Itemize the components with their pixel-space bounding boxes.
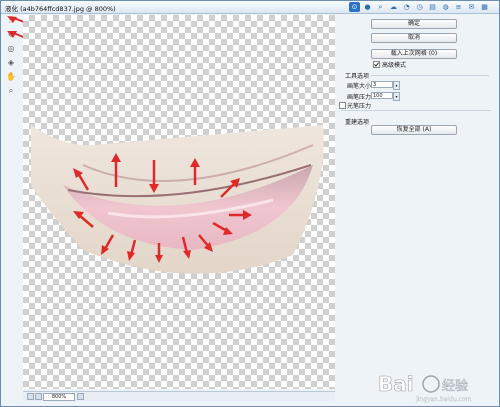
brand-text: Bai — [378, 372, 414, 396]
load-last-mesh-button[interactable]: 载入上次网格 (0) — [371, 49, 457, 59]
stylus-pressure-checkbox[interactable] — [339, 102, 346, 109]
zoom-out-button[interactable] — [27, 393, 34, 400]
advanced-mode-checkbox[interactable] — [373, 61, 380, 68]
stylus-pressure-label: 光笔压力 — [347, 103, 372, 110]
baidu-logo: Bai 经验 jingyan.baidu.com — [378, 372, 472, 403]
zoom-in-button[interactable] — [35, 393, 42, 400]
cancel-button[interactable]: 取消 — [371, 33, 457, 43]
options-panel: 确定 取消 载入上次网格 (0) 高级模式 工具选项 画笔大小: 3 ▾ 画笔压… — [337, 15, 499, 405]
brush-size-label: 画笔大小: — [347, 83, 374, 90]
layers-icon[interactable]: ▤ — [427, 2, 438, 12]
tool-options-title: 工具选项 — [345, 73, 370, 80]
brush-size-dropdown[interactable]: ▾ — [393, 81, 400, 90]
menu-icon[interactable]: ≡ — [453, 2, 464, 12]
zoom-icon[interactable]: ⊙ — [349, 2, 360, 12]
user-icon[interactable]: ● — [362, 2, 373, 12]
brush-pressure-input[interactable]: 100 — [371, 92, 393, 99]
hand-icon[interactable]: ✋ — [5, 71, 17, 83]
gauge-icon[interactable]: ◔ — [401, 2, 412, 12]
ok-button[interactable]: 确定 — [371, 19, 457, 29]
brush-pressure-dropdown[interactable]: ▾ — [393, 92, 400, 101]
panel-icon-strip: ⊙ ● ⌕ ☁ ◔ ◷ ▤ ◍ ≡ ✉ ▦ — [349, 1, 490, 13]
search-icon[interactable]: ⌕ — [375, 2, 386, 12]
globe-icon[interactable]: ◍ — [440, 2, 451, 12]
brush-pressure-label: 画笔压力: — [347, 94, 374, 101]
zoom-menu-button[interactable] — [77, 393, 84, 400]
clock-icon[interactable]: ◷ — [414, 2, 425, 12]
cloud-icon[interactable]: ☁ — [388, 2, 399, 12]
window-title: 液化 (a4b764ffcd837.jpg @ 800%) — [5, 5, 116, 13]
brand-text-2: 经验 — [442, 378, 468, 394]
reconstruct-options-title: 重建选项 — [345, 119, 370, 126]
baidu-watermark: Bai 经验 jingyan.baidu.com — [376, 371, 496, 403]
status-bar: 800% — [23, 391, 335, 401]
brush-size-input[interactable]: 3 — [371, 81, 393, 88]
divider — [341, 110, 491, 111]
zoom-field[interactable]: 800% — [43, 393, 75, 401]
bloat-icon[interactable]: ◈ — [5, 57, 17, 69]
liquify-window: 液化 (a4b764ffcd837.jpg @ 800%) ⊙ ● ⌕ ☁ ◔ … — [0, 0, 500, 407]
lips-image — [31, 125, 324, 274]
preview-canvas[interactable] — [23, 15, 335, 389]
title-bar: 液化 (a4b764ffcd837.jpg @ 800%) ⊙ ● ⌕ ☁ ◔ … — [1, 1, 499, 14]
tool-bar: ☝ ↻ ◎ ◈ ✋ ⌕ — [5, 15, 54, 395]
zoom-icon[interactable]: ⌕ — [5, 85, 17, 97]
divider — [371, 75, 489, 76]
restore-all-button[interactable]: 恢复全部 (A) — [371, 125, 457, 135]
domain-text: jingyan.baidu.com — [415, 396, 472, 403]
grid-icon[interactable]: ▦ — [479, 2, 490, 12]
chat-icon[interactable]: ✉ — [466, 2, 477, 12]
advanced-mode-label: 高级模式 — [382, 62, 407, 69]
